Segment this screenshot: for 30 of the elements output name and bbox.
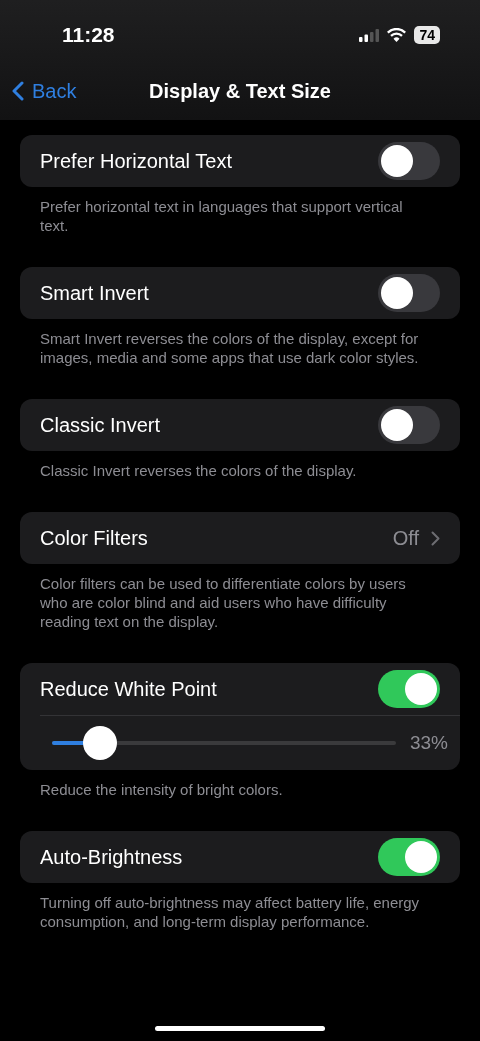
footer-text: Smart Invert reverses the colors of the display, except for images, media and some apps that use dark color styles. (39, 329, 420, 367)
toggle-switch[interactable] (378, 406, 440, 444)
slider-value: 33% (409, 732, 448, 754)
chevron-icon (12, 81, 24, 101)
chevron-icon (431, 530, 440, 546)
signal-icon (359, 28, 380, 42)
toggle-switch[interactable] (378, 274, 440, 312)
toggle-switch[interactable] (378, 838, 440, 876)
status-time: 11:28 (62, 23, 115, 47)
setting-row[interactable]: Color Filters Off (20, 512, 460, 564)
slider-thumb[interactable] (83, 726, 118, 760)
page-title: Display & Text Size (149, 79, 331, 103)
footer-text: Reduce the intensity of bright colors. (39, 780, 284, 799)
setting-label: Smart Invert (40, 281, 149, 305)
back-button[interactable]: Back (12, 79, 77, 103)
wifi-icon (387, 28, 407, 42)
setting-label: Auto-Brightness (40, 845, 183, 869)
toggle-switch[interactable] (378, 670, 440, 708)
battery-indicator: 74 (414, 26, 440, 44)
footer-text: Color filters can be used to differentiate colors by users who are color blind and aid users who have difficulty reading text on the display. (39, 574, 407, 631)
setting-label: Prefer Horizontal Text (40, 149, 232, 173)
footer-text: Turning off auto-brightness may affect battery life, energy consumption, and long-term display performance. (39, 893, 421, 931)
footer-text: Classic Invert reverses the colors of the display. (39, 461, 358, 480)
setting-label: Classic Invert (40, 413, 161, 437)
footer-text: Prefer horizontal text in languages that support vertical text. (39, 197, 404, 235)
setting-label: Color Filters (40, 526, 148, 550)
toggle-switch[interactable] (378, 142, 440, 180)
slider[interactable] (52, 726, 396, 760)
setting-value: Off (392, 526, 419, 550)
setting-label: Reduce White Point (40, 677, 217, 701)
